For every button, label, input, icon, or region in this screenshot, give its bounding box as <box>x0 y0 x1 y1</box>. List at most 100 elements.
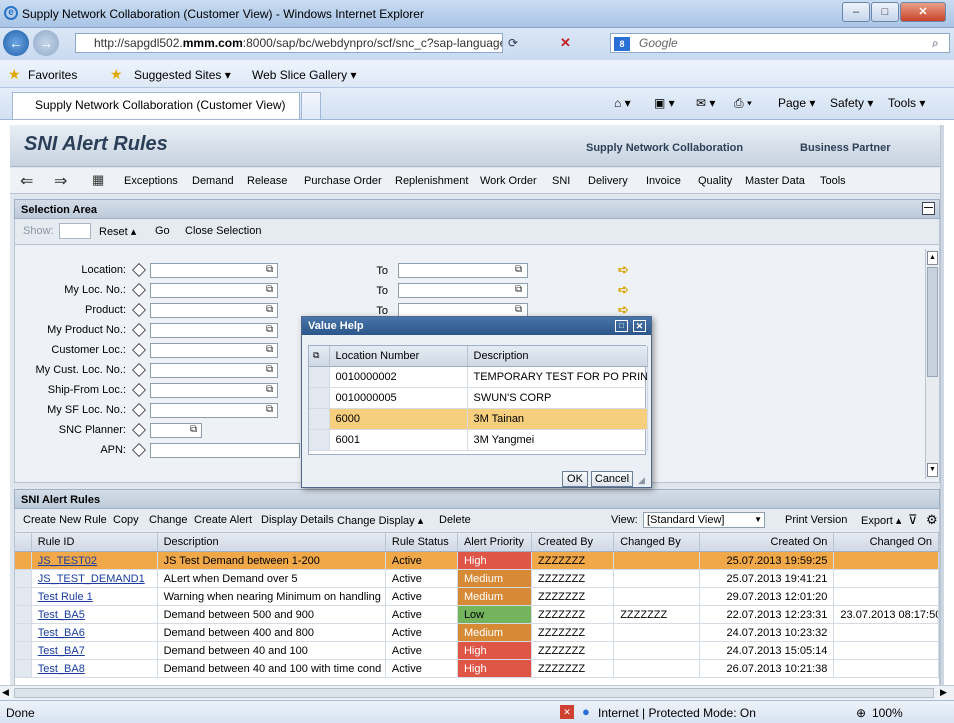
scroll-left-icon[interactable]: ◀ <box>2 687 9 698</box>
row-selector[interactable] <box>15 569 32 588</box>
rule-id-link[interactable]: Test_BA6 <box>38 627 85 639</box>
change-button[interactable]: Change <box>149 514 188 526</box>
display-details-button[interactable]: Display Details <box>261 514 334 526</box>
cell-rule-id[interactable]: Test Rule 1 <box>31 587 158 606</box>
export-button[interactable]: Export ▴ <box>861 514 901 527</box>
dialog-col-location-number[interactable]: Location Number <box>329 346 468 367</box>
col-description[interactable]: Description <box>157 533 386 552</box>
scroll-right-icon[interactable]: ▶ <box>940 687 947 698</box>
field-option-icon[interactable] <box>131 382 147 398</box>
value-help-row[interactable]: 0010000002 TEMPORARY TEST FOR PO PRINT <box>309 366 648 388</box>
new-tab-button[interactable] <box>301 92 321 119</box>
field-option-icon[interactable] <box>131 302 147 318</box>
header-link-snc[interactable]: Supply Network Collaboration <box>586 142 743 154</box>
dialog-maximize-icon[interactable]: □ <box>615 320 628 332</box>
menu-quality[interactable]: Quality <box>698 175 732 187</box>
cell-rule-id[interactable]: Test_BA5 <box>31 605 158 624</box>
col-created-by[interactable]: Created By <box>531 533 615 552</box>
print-version-button[interactable]: Print Version <box>785 514 847 526</box>
forward-nav-icon[interactable]: ⇒ <box>54 171 67 191</box>
value-help-icon[interactable]: ⧉ <box>266 404 273 415</box>
menu-invoice[interactable]: Invoice <box>646 175 681 187</box>
minimize-button[interactable]: – <box>842 2 870 22</box>
value-help-row[interactable]: 0010000005 SWUN'S CORP <box>309 387 648 409</box>
dialog-select-all-header[interactable]: ⧉ <box>309 346 330 367</box>
go-button[interactable]: Go <box>155 225 170 237</box>
col-rule-id[interactable]: Rule ID <box>31 533 158 552</box>
rule-id-link[interactable]: Test_BA8 <box>38 663 85 675</box>
rule-id-link[interactable]: Test Rule 1 <box>38 591 93 603</box>
hscroll-thumb[interactable] <box>14 688 934 698</box>
menu-replenishment[interactable]: Replenishment <box>395 175 468 187</box>
value-help-icon[interactable]: ⧉ <box>266 324 273 335</box>
col-rule-status[interactable]: Rule Status <box>385 533 458 552</box>
menu-demand[interactable]: Demand <box>192 175 234 187</box>
field-option-icon[interactable] <box>131 282 147 298</box>
row-selector[interactable] <box>15 659 32 678</box>
row-selector[interactable] <box>309 429 330 451</box>
select-all-header[interactable] <box>15 533 32 552</box>
back-button[interactable]: ← <box>3 30 29 56</box>
field-input[interactable] <box>150 403 278 418</box>
value-help-row[interactable]: 6001 3M Yangmei <box>309 429 648 451</box>
menu-purchase-order[interactable]: Purchase Order <box>304 175 382 187</box>
rule-id-link[interactable]: JS_TEST_DEMAND1 <box>38 573 145 585</box>
field-input-to[interactable] <box>398 283 528 298</box>
table-row[interactable]: JS_TEST_DEMAND1 ALert when Demand over 5A… <box>15 569 939 588</box>
create-alert-button[interactable]: Create Alert <box>194 514 252 526</box>
field-option-icon[interactable] <box>131 342 147 358</box>
row-selector[interactable] <box>15 551 32 570</box>
field-option-icon[interactable] <box>131 362 147 378</box>
cell-rule-id[interactable]: Test_BA7 <box>31 641 158 660</box>
mail-icon[interactable]: ✉ ▾ <box>696 96 715 110</box>
row-selector[interactable] <box>309 408 330 430</box>
page-menu[interactable]: Page ▾ <box>778 96 815 110</box>
field-option-icon[interactable] <box>131 402 147 418</box>
menu-delivery[interactable]: Delivery <box>588 175 628 187</box>
close-window-button[interactable]: ✕ <box>900 2 946 22</box>
col-changed-on[interactable]: Changed On <box>833 533 939 552</box>
change-display-button[interactable]: Change Display ▴ <box>337 514 423 527</box>
value-help-icon[interactable]: ⧉ <box>515 264 522 275</box>
field-option-icon[interactable] <box>131 262 147 278</box>
value-help-row[interactable]: 6000 3M Tainan <box>309 408 648 430</box>
history-icon[interactable]: ▦ <box>92 172 104 188</box>
row-selector[interactable] <box>15 623 32 642</box>
dialog-ok-button[interactable]: OK <box>562 471 588 487</box>
menu-sni[interactable]: SNI <box>552 175 570 187</box>
create-new-rule-button[interactable]: Create New Rule <box>23 514 107 526</box>
copy-button[interactable]: Copy <box>113 514 139 526</box>
table-row[interactable]: Test_BA7 Demand between 40 and 100 Active H… <box>15 641 939 660</box>
row-selector[interactable] <box>15 605 32 624</box>
tab-current[interactable]: Supply Network Collaboration (Customer V… <box>12 92 300 119</box>
add-favorite-icon[interactable]: ★ <box>110 66 123 83</box>
menu-master-data[interactable]: Master Data <box>745 175 805 187</box>
field-input[interactable] <box>150 383 278 398</box>
cell-rule-id[interactable]: Test_BA6 <box>31 623 158 642</box>
dialog-cancel-button[interactable]: Cancel <box>591 471 633 487</box>
search-icon[interactable]: ⌕ <box>932 36 939 51</box>
col-alert-priority[interactable]: Alert Priority <box>457 533 533 552</box>
cell-rule-id[interactable]: Test_BA8 <box>31 659 158 678</box>
multiple-selection-icon[interactable]: ➪ <box>618 282 629 298</box>
value-help-icon[interactable]: ⧉ <box>515 304 522 315</box>
table-row[interactable]: Test_BA5 Demand between 500 and 900 Active… <box>15 605 939 624</box>
row-selector[interactable] <box>15 641 32 660</box>
multiple-selection-icon[interactable]: ➪ <box>618 262 629 278</box>
address-bar[interactable]: http://sapgdl502.mmm.com:8000/sap/bc/web… <box>75 33 503 53</box>
popup-blocked-icon[interactable]: ✕ <box>560 705 574 719</box>
stop-icon[interactable]: ✕ <box>560 35 571 51</box>
field-input[interactable] <box>150 323 278 338</box>
delete-button[interactable]: Delete <box>439 514 471 526</box>
settings-icon[interactable]: ⚙ <box>926 512 938 528</box>
value-help-icon[interactable]: ⧉ <box>266 344 273 355</box>
field-input[interactable] <box>150 303 278 318</box>
rule-id-link[interactable]: JS_TEST02 <box>38 555 97 567</box>
field-input[interactable] <box>150 263 278 278</box>
rule-id-link[interactable]: Test_BA7 <box>38 645 85 657</box>
show-select[interactable] <box>59 223 91 239</box>
value-help-icon[interactable]: ⧉ <box>515 284 522 295</box>
security-zone[interactable]: Internet | Protected Mode: On <box>598 706 756 720</box>
cell-rule-id[interactable]: JS_TEST_DEMAND1 <box>31 569 158 588</box>
table-row[interactable]: Test_BA6 Demand between 400 and 800 Active… <box>15 623 939 642</box>
